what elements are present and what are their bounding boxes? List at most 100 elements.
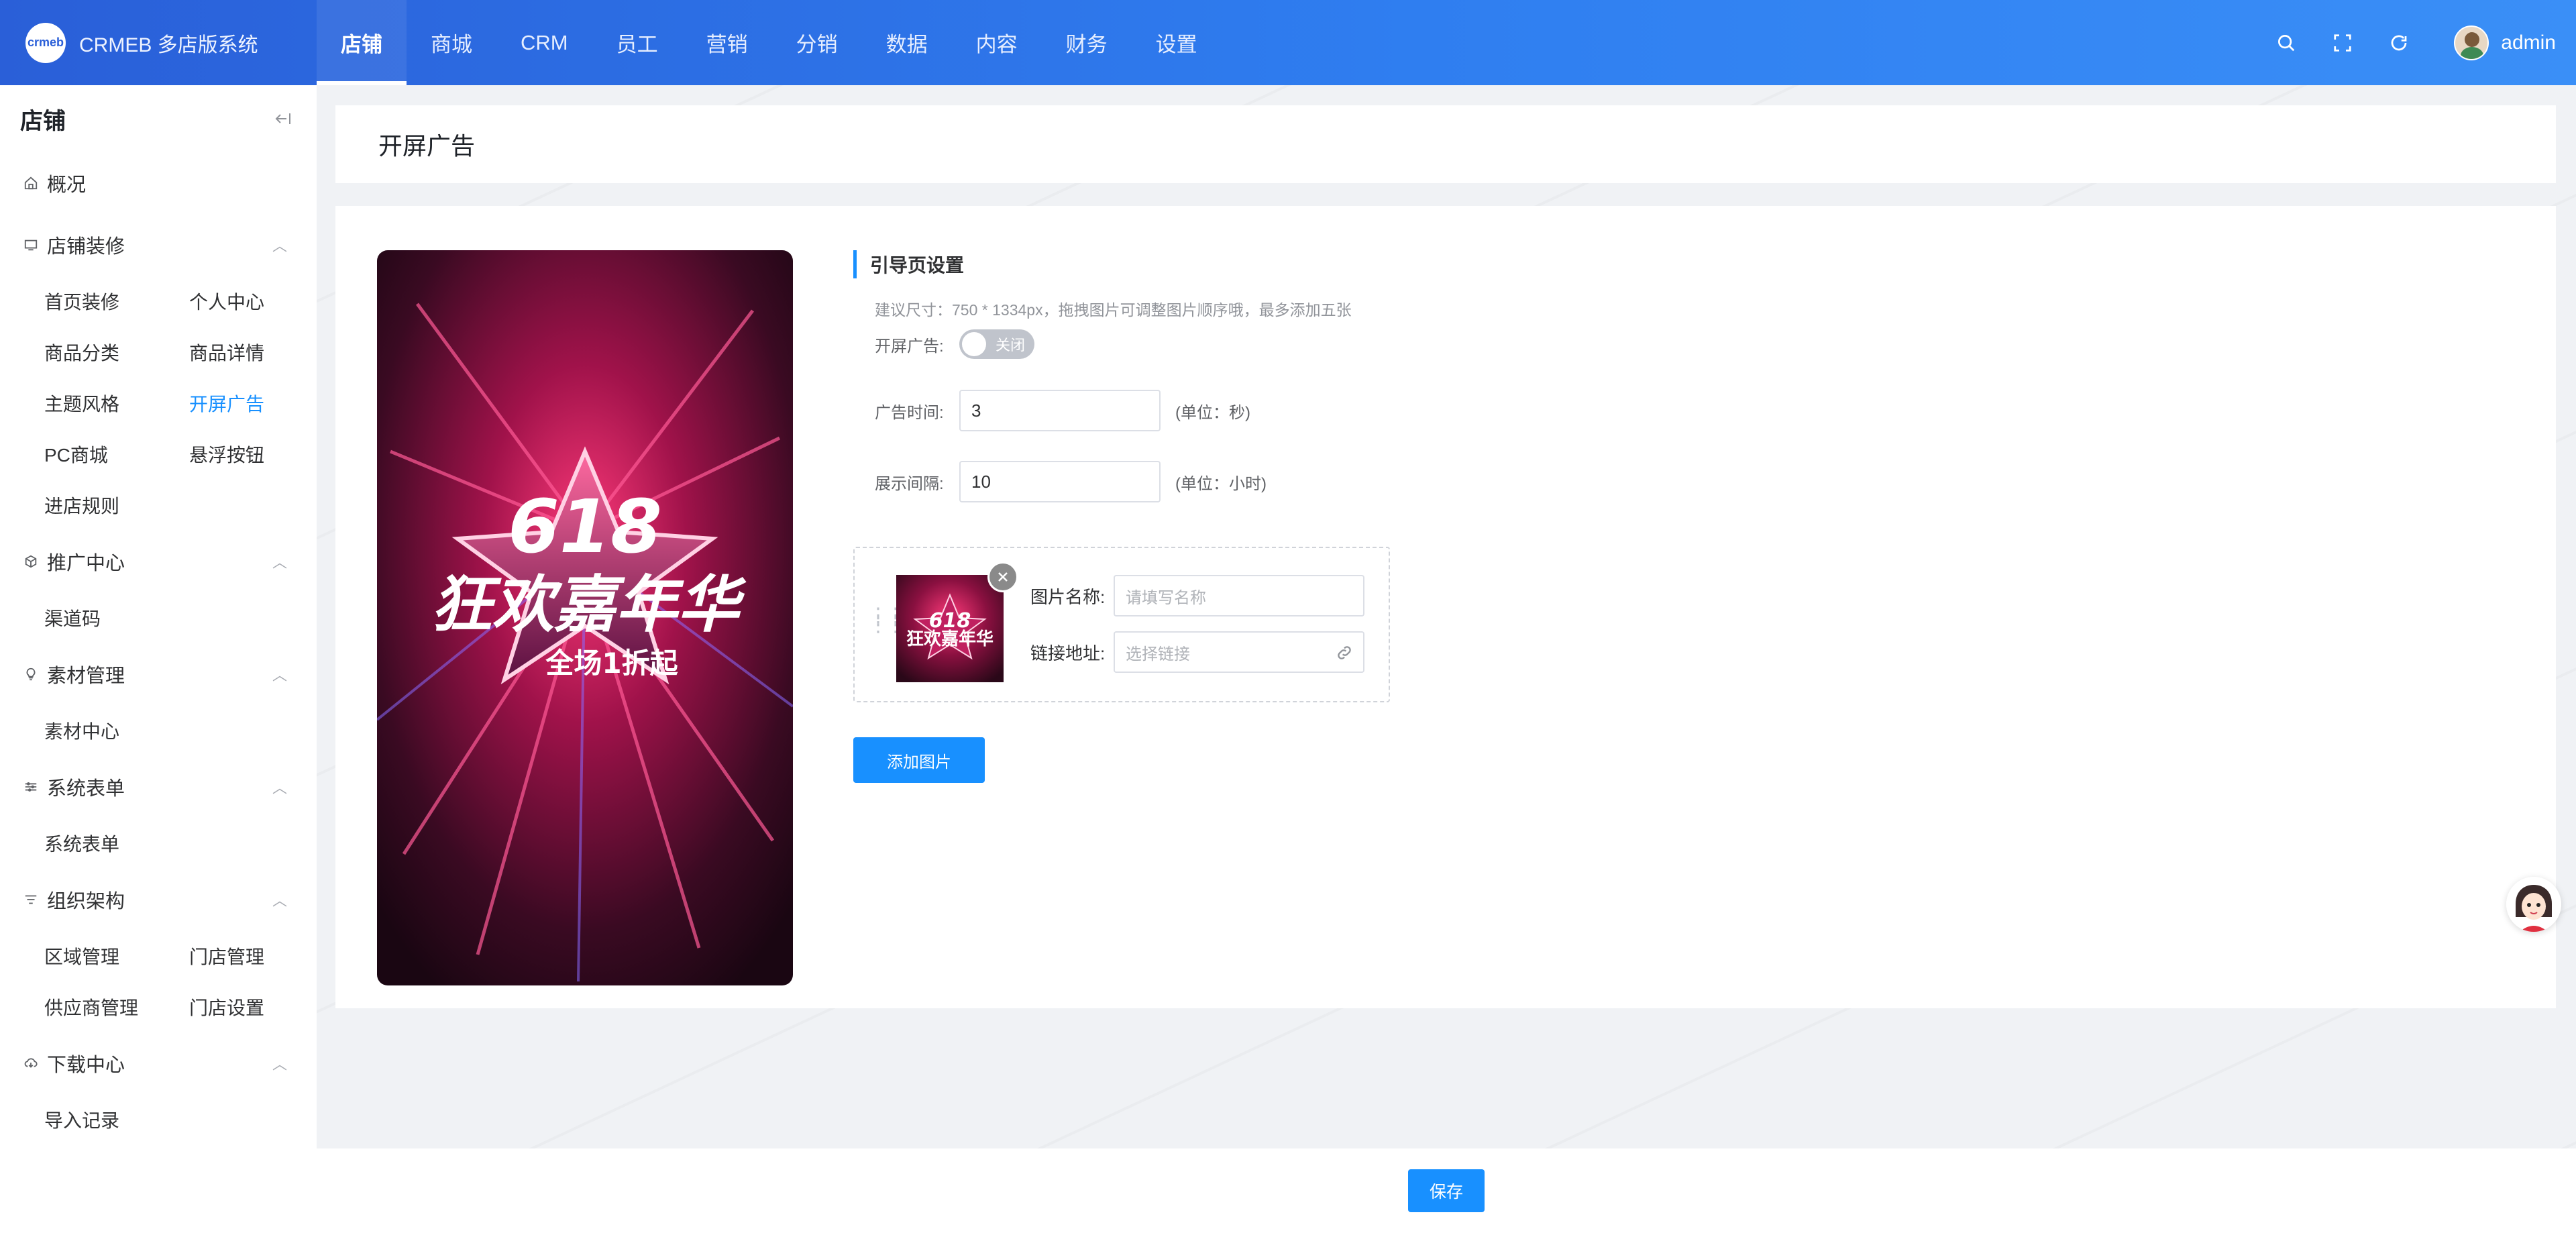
sidebar-group-label: 店铺装修 — [47, 236, 125, 258]
refresh-icon[interactable] — [2371, 33, 2427, 53]
sidebar-subitem[interactable]: 悬浮按钮 — [189, 429, 317, 480]
sidebar-subitem[interactable]: 素材中心 — [44, 705, 189, 756]
sidebar-item-overview[interactable]: 概况 — [23, 152, 287, 214]
settings-card: 618 狂欢嘉年华 全场1折起 引导页设置 建议尺寸：750 * 1334px，… — [335, 206, 2556, 1008]
size-hint: 建议尺寸：750 * 1334px，拖拽图片可调整图片顺序哦，最多添加五张 — [875, 301, 1352, 319]
sidebar-submenu: 导入记录 — [23, 1094, 287, 1145]
brand[interactable]: crmeb CRMEB 多店版系统 — [0, 22, 317, 63]
brand-name: CRMEB 多店版系统 — [79, 34, 258, 56]
image-name-row: 图片名称: 请填写名称 — [1030, 575, 1364, 616]
user-avatar[interactable] — [2454, 25, 2489, 60]
page-title: 开屏广告 — [378, 132, 476, 160]
poster-subline: 全场1折起 — [545, 647, 678, 680]
delete-image-icon[interactable] — [987, 561, 1018, 592]
sidebar: 店铺 概况 店铺装修 ︿ 首页装修 个人中心 商品分类 商品详情 主题风格 开屏广告 PC商城悬… — [0, 85, 317, 1233]
add-image-button[interactable]: 添加图片 — [853, 737, 985, 783]
link-icon[interactable] — [1335, 643, 1354, 662]
sidebar-subitem[interactable]: 主题风格 — [44, 378, 189, 429]
sidebar-group-header[interactable]: 系统表单 ︿ — [23, 756, 287, 818]
sidebar-group-header[interactable]: 组织架构 ︿ — [23, 869, 287, 930]
sidebar-subitem[interactable]: 个人中心 — [189, 276, 317, 327]
sidebar-group-header[interactable]: 店铺装修 ︿ — [23, 214, 287, 276]
sidebar-submenu: 系统表单 — [23, 818, 287, 869]
sidebar-header: 店铺 — [0, 85, 317, 152]
image-link-row: 链接地址: 选择链接 — [1030, 631, 1364, 673]
image-name-label: 图片名称: — [1030, 586, 1106, 607]
sidebar-subitem[interactable]: 区域管理 — [44, 930, 189, 981]
topnav-item[interactable]: CRM — [496, 0, 592, 85]
interval-label: 展示间隔: — [875, 474, 944, 493]
save-button[interactable]: 保存 — [1408, 1169, 1485, 1212]
fullscreen-icon[interactable] — [2314, 33, 2371, 53]
top-navigation-bar: crmeb CRMEB 多店版系统 店铺 商城 CRM 员工 营销 分销 数据 内容 财务 设置 … — [0, 0, 2576, 85]
sidebar-group-header[interactable]: 素材管理 ︿ — [23, 643, 287, 705]
poster-headline: 狂欢嘉年华 — [431, 569, 747, 641]
interval-row: 展示间隔: 10 (单位：小时) — [875, 461, 1352, 502]
sidebar-subitem[interactable]: 系统表单 — [44, 818, 189, 869]
sidebar-group-label: 下载中心 — [47, 1055, 125, 1076]
chevron-up-icon[interactable]: ︿ — [272, 663, 287, 685]
sidebar-subitem[interactable]: 门店设置 — [189, 981, 317, 1032]
sidebar-subitem[interactable]: 首页装修 — [44, 276, 189, 327]
topnav-item[interactable]: 财务 — [1042, 0, 1132, 85]
interval-unit: (单位：小时) — [1175, 474, 1267, 493]
sidebar-subitem[interactable]: 导入记录 — [44, 1094, 189, 1145]
chevron-up-icon[interactable]: ︿ — [272, 1053, 287, 1074]
search-icon[interactable] — [2258, 33, 2314, 53]
sidebar-group: 系统表单 ︿ 系统表单 — [0, 756, 317, 869]
home-icon — [23, 175, 39, 191]
chevron-up-icon[interactable]: ︿ — [272, 234, 287, 256]
page-header-card: 开屏广告 — [335, 105, 2556, 183]
topnav-item[interactable]: 设置 — [1132, 0, 1222, 85]
image-link-placeholder: 选择链接 — [1126, 645, 1190, 663]
crmeb-logo: crmeb — [25, 22, 66, 63]
collapse-sidebar-icon[interactable] — [274, 111, 292, 127]
footer-bar: 保存 — [317, 1148, 2576, 1233]
sidebar-subitem[interactable]: 进店规则 — [44, 480, 189, 531]
sidebar-group-header[interactable]: 下载中心 ︿ — [23, 1032, 287, 1094]
section-title: 引导页设置 — [853, 250, 1352, 278]
topnav-item[interactable]: 店铺 — [317, 0, 407, 85]
chevron-up-icon[interactable]: ︿ — [272, 776, 287, 798]
sidebar-group-label: 组织架构 — [47, 891, 125, 912]
topnav-item[interactable]: 员工 — [592, 0, 682, 85]
user-name[interactable]: admin — [2501, 32, 2556, 54]
sidebar-group-label: 推广中心 — [47, 553, 125, 574]
sidebar-group: 推广中心 ︿ 渠道码 — [0, 531, 317, 643]
filter-icon — [23, 892, 39, 908]
sidebar-subitem[interactable]: 渠道码 — [44, 592, 189, 643]
image-name-input[interactable]: 请填写名称 — [1114, 575, 1364, 616]
splash-toggle-text: 关闭 — [995, 337, 1025, 354]
sidebar-subitem[interactable]: 开屏广告 — [189, 378, 317, 429]
chevron-up-icon[interactable]: ︿ — [272, 551, 287, 572]
splash-poster-image: 618 狂欢嘉年华 全场1折起 — [377, 250, 793, 985]
sidebar-subitem[interactable]: 供应商管理 — [44, 981, 189, 1032]
cloud-download-icon — [23, 1055, 39, 1071]
sidebar-groups: 店铺装修 ︿ 首页装修 个人中心 商品分类 商品详情 主题风格 开屏广告 PC商城 悬浮按钮 进店规… — [0, 214, 317, 1145]
topnav-item[interactable]: 内容 — [952, 0, 1042, 85]
image-link-input[interactable]: 选择链接 — [1114, 631, 1364, 673]
sidebar-subitem[interactable]: 门店管理 — [189, 930, 317, 981]
sidebar-group: 组织架构 ︿ 区域管理 门店管理 供应商管理 门店设置 — [0, 869, 317, 1032]
chevron-up-icon[interactable]: ︿ — [272, 889, 287, 910]
sidebar-subitem[interactable]: 商品分类 — [44, 327, 189, 378]
topnav-item[interactable]: 分销 — [772, 0, 862, 85]
sidebar-submenu: 渠道码 — [23, 592, 287, 643]
ad-time-input[interactable]: 3 — [959, 390, 1161, 431]
topnav-item[interactable]: 数据 — [862, 0, 952, 85]
sidebar-subitem[interactable]: PC商城 — [44, 429, 189, 480]
guide-page-settings: 引导页设置 建议尺寸：750 * 1334px，拖拽图片可调整图片顺序哦，最多添… — [853, 250, 1390, 783]
sidebar-submenu: 区域管理 门店管理 供应商管理 门店设置 — [23, 930, 287, 1032]
poster-number: 618 — [508, 484, 662, 570]
top-right-tools: admin — [2258, 25, 2576, 60]
topnav-item[interactable]: 商城 — [407, 0, 496, 85]
image-thumbnail[interactable]: 618 狂欢嘉年华 — [896, 575, 1004, 682]
splash-toggle[interactable]: 关闭 — [959, 329, 1034, 359]
sidebar-group-header[interactable]: 推广中心 ︿ — [23, 531, 287, 592]
customer-service-avatar-icon[interactable] — [2506, 877, 2561, 932]
image-item: ⋮⋮ ⋮⋮ 618 狂欢嘉年华 图片名称: 请填写名称 链接地址: 选择链接 — [853, 547, 1390, 702]
sidebar-title: 店铺 — [20, 108, 66, 134]
sidebar-subitem[interactable]: 商品详情 — [189, 327, 317, 378]
topnav-item[interactable]: 营销 — [682, 0, 772, 85]
interval-input[interactable]: 10 — [959, 461, 1161, 502]
